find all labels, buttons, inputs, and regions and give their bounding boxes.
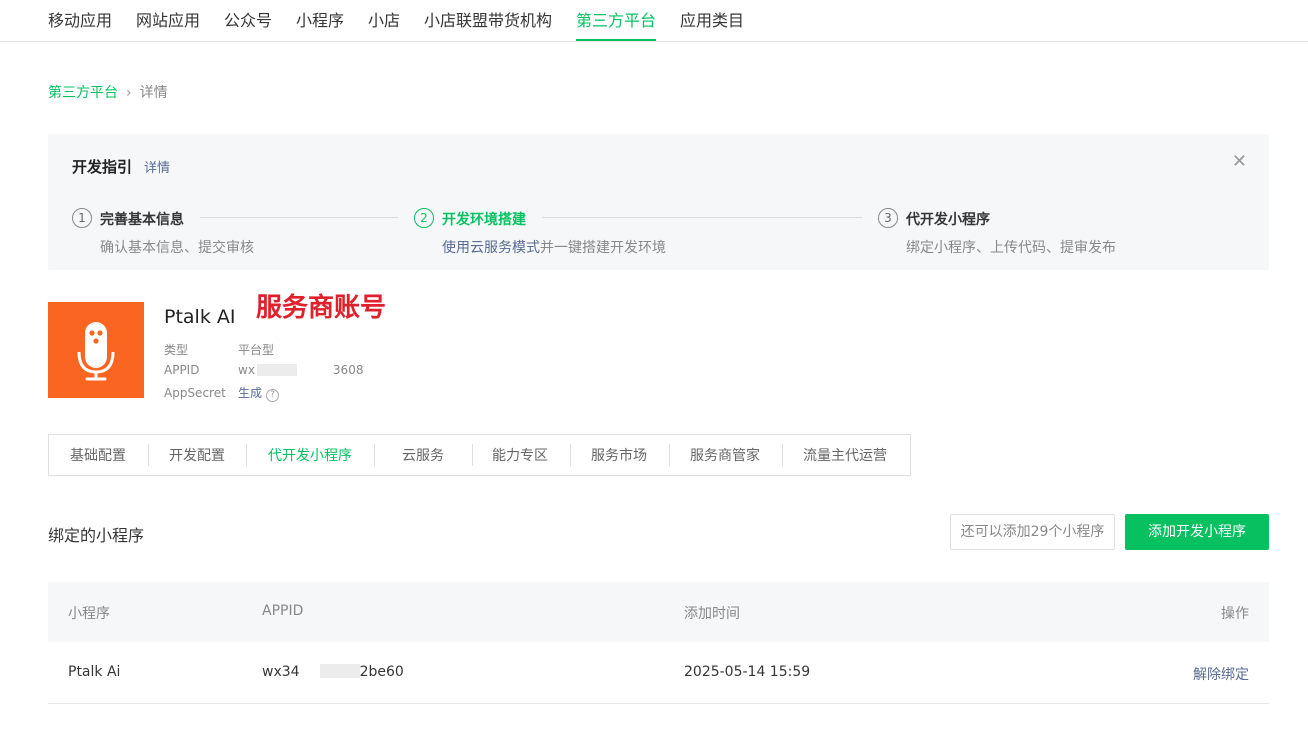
tab-cloud-service[interactable]: 云服务 xyxy=(402,447,444,465)
nav-item-shop-alliance[interactable]: 小店联盟带货机构 xyxy=(424,10,552,32)
column-action: 操作 xyxy=(1221,606,1249,622)
tab-divider xyxy=(782,444,783,466)
breadcrumb-third-party-platform[interactable]: 第三方平台 xyxy=(48,85,118,101)
row-mini-program-name: Ptalk Ai xyxy=(68,664,121,680)
tab-divider xyxy=(148,444,149,466)
row-appid: wx34 2be60 xyxy=(262,664,404,680)
table-row: Ptalk Ai wx34 2be60 2025-05-14 15:59 解除绑定 xyxy=(48,642,1269,704)
dev-guide-panel: 开发指引 详情 ✕ 1 完善基本信息 确认基本信息、提交审核 2 开发环境搭建 … xyxy=(48,134,1269,270)
step-label: 完善基本信息 xyxy=(100,212,184,228)
nav-item-shop[interactable]: 小店 xyxy=(368,10,400,32)
step-number: 1 xyxy=(72,208,92,228)
step-number: 3 xyxy=(878,208,898,228)
row-appid-mask xyxy=(319,664,360,678)
step-desc-rest: 并一键搭建开发环境 xyxy=(540,240,666,256)
column-add-time: 添加时间 xyxy=(684,606,740,622)
type-label: 类型 xyxy=(164,343,189,357)
generate-secret-link[interactable]: 生成 xyxy=(238,386,262,400)
appid-suffix: 3608 xyxy=(332,363,364,377)
column-mini-program: 小程序 xyxy=(68,606,110,622)
row-appid-prefix: wx34 xyxy=(262,664,300,680)
type-value: 平台型 xyxy=(238,343,275,357)
table-header: 小程序 APPID 添加时间 操作 xyxy=(48,582,1269,642)
cloud-service-mode-link[interactable]: 使用云服务模式 xyxy=(442,240,540,256)
nav-item-official-account[interactable]: 公众号 xyxy=(224,10,272,32)
nav-item-mobile-app[interactable]: 移动应用 xyxy=(48,10,112,32)
tab-proxy-dev-mini-program[interactable]: 代开发小程序 xyxy=(268,447,352,465)
quota-remaining: 还可以添加29个小程序 xyxy=(950,514,1115,550)
top-nav: 移动应用 网站应用 公众号 小程序 小店 小店联盟带货机构 第三方平台 应用类目 xyxy=(0,0,1308,42)
step-label: 开发环境搭建 xyxy=(442,212,526,228)
step-number: 2 xyxy=(414,208,434,228)
nav-active-underline xyxy=(576,39,656,41)
guide-detail-link[interactable]: 详情 xyxy=(144,157,170,176)
tab-divider xyxy=(669,444,670,466)
breadcrumb-current: 详情 xyxy=(139,85,168,101)
bound-mini-programs-title: 绑定的小程序 xyxy=(48,526,145,545)
nav-item-third-party-platform[interactable]: 第三方平台 xyxy=(576,10,656,32)
step-desc: 绑定小程序、上传代码、提审发布 xyxy=(906,240,1116,256)
column-appid: APPID xyxy=(262,603,304,619)
close-icon[interactable]: ✕ xyxy=(1232,152,1247,172)
info-row-appid: APPID wx 3608 xyxy=(164,363,363,377)
step-label: 代开发小程序 xyxy=(906,212,990,228)
tab-traffic-operation[interactable]: 流量主代运营 xyxy=(803,447,887,465)
step-connector xyxy=(542,217,862,218)
breadcrumb-separator-icon: › xyxy=(126,85,132,101)
appid-mask xyxy=(256,364,297,376)
row-appid-suffix: 2be60 xyxy=(359,664,404,680)
guide-title: 开发指引 xyxy=(72,158,133,176)
tab-dev-config[interactable]: 开发配置 xyxy=(169,447,225,465)
microphone-icon xyxy=(77,322,115,381)
step-desc: 使用云服务模式并一键搭建开发环境 xyxy=(442,237,666,257)
tab-capability-zone[interactable]: 能力专区 xyxy=(492,447,548,465)
appid-label: APPID xyxy=(164,363,200,377)
add-dev-mini-program-button[interactable]: 添加开发小程序 xyxy=(1125,514,1269,550)
nav-item-app-category[interactable]: 应用类目 xyxy=(680,10,744,32)
tab-divider xyxy=(472,444,473,466)
tab-divider xyxy=(570,444,571,466)
tab-basic-config[interactable]: 基础配置 xyxy=(70,447,126,465)
tab-service-market[interactable]: 服务市场 xyxy=(591,447,647,465)
nav-item-website-app[interactable]: 网站应用 xyxy=(136,10,200,32)
unbind-link[interactable]: 解除绑定 xyxy=(1193,664,1249,684)
appid-prefix: wx xyxy=(238,363,255,377)
step-connector xyxy=(200,217,398,218)
account-name: Ptalk AI xyxy=(164,306,236,328)
info-row-appsecret: AppSecret 生成? xyxy=(164,384,280,402)
nav-item-mini-program[interactable]: 小程序 xyxy=(296,10,344,32)
config-tabs: 基础配置 开发配置 代开发小程序 云服务 能力专区 服务市场 服务商管家 流量主… xyxy=(48,434,911,476)
row-add-time: 2025-05-14 15:59 xyxy=(684,664,811,680)
breadcrumb: 第三方平台 › 详情 xyxy=(48,84,168,102)
question-circle-icon[interactable]: ? xyxy=(266,389,280,402)
service-provider-annotation: 服务商账号 xyxy=(256,293,387,323)
info-row-type: 类型 平台型 xyxy=(164,341,274,358)
step-desc: 确认基本信息、提交审核 xyxy=(100,240,254,256)
app-logo xyxy=(48,302,144,398)
tab-service-steward[interactable]: 服务商管家 xyxy=(690,447,760,465)
appsecret-label: AppSecret xyxy=(164,386,226,400)
tab-divider xyxy=(374,444,375,466)
tab-divider xyxy=(246,444,247,466)
